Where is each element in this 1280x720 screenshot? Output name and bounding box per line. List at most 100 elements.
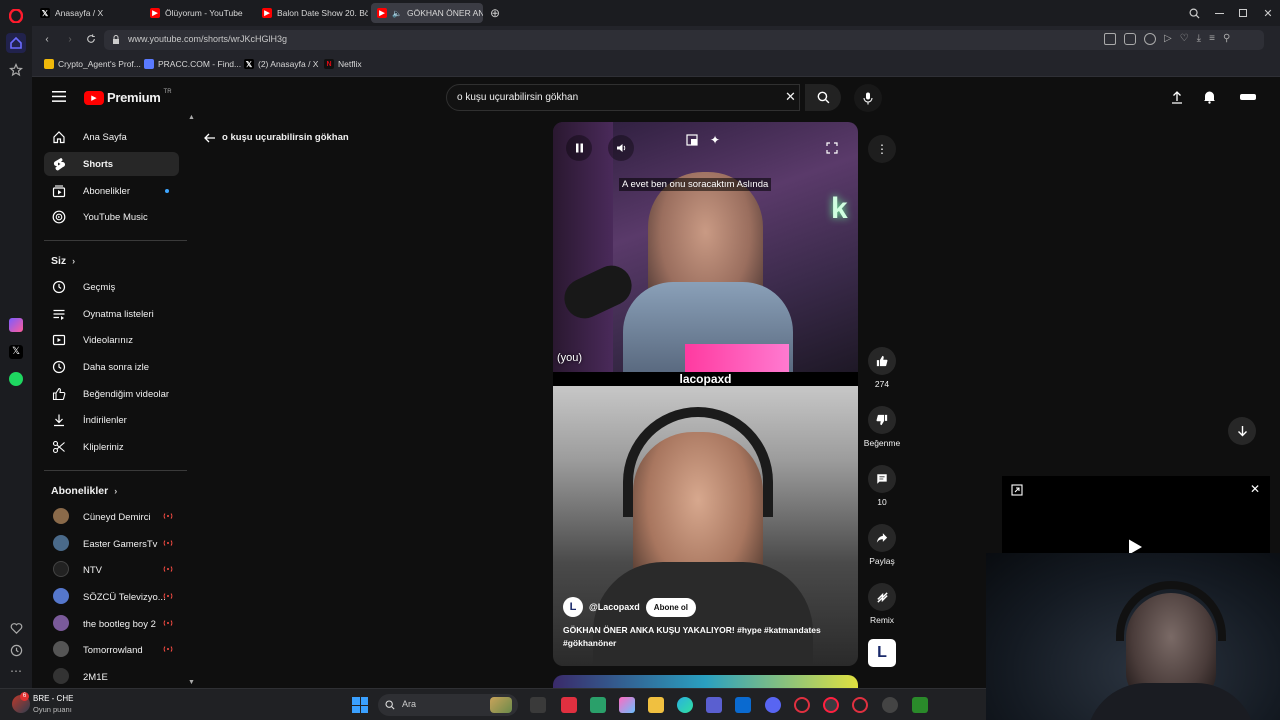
history-icon[interactable]: [6, 640, 26, 660]
more-options-icon[interactable]: ⋮: [868, 135, 896, 163]
bookmark-x[interactable]: 𝕏 (2) Anasayfa / X: [244, 59, 318, 69]
volume-button[interactable]: [608, 135, 634, 161]
scroll-up-icon[interactable]: ▲: [188, 114, 195, 121]
sidebar-section-you[interactable]: Siz ›: [51, 255, 75, 267]
app-icon-1[interactable]: [561, 697, 577, 713]
taskbar-search-input[interactable]: Ara: [378, 694, 518, 716]
bookmark-netflix[interactable]: N Netflix: [324, 59, 362, 69]
sidebar-item-shorts[interactable]: Shorts: [44, 152, 179, 176]
more-icon[interactable]: ⋯: [6, 661, 26, 681]
home-icon[interactable]: [6, 33, 26, 53]
app-icon-settings[interactable]: [882, 697, 898, 713]
heart-icon[interactable]: [6, 618, 26, 638]
discord-icon[interactable]: [765, 697, 781, 713]
url-field[interactable]: www.youtube.com/shorts/wrJKcHGlH3g ▷ ♡ ⤓…: [104, 30, 1264, 50]
app-icon-2[interactable]: [590, 697, 606, 713]
play-icon[interactable]: ▷: [1164, 33, 1172, 45]
tab-4-active[interactable]: ▶ 🔈 GÖKHAN ÖNER ANKA: [371, 3, 483, 23]
reload-icon[interactable]: [84, 32, 98, 46]
fullscreen-icon[interactable]: [826, 142, 838, 154]
sidebar-item-watch-later[interactable]: Daha sonra izle: [44, 355, 179, 379]
new-tab-icon[interactable]: ⊕: [487, 5, 503, 21]
copilot-icon[interactable]: [619, 697, 635, 713]
back-icon[interactable]: ‹: [40, 32, 54, 46]
short-video-player[interactable]: k A evet ben onu soracaktım Aslında (you…: [553, 122, 858, 666]
sidebar-item-clips[interactable]: Klipleriniz: [44, 435, 179, 459]
opera-icon[interactable]: [794, 697, 810, 713]
sidebar-item-your-videos[interactable]: Videolarınız: [44, 328, 179, 352]
subscription-item[interactable]: the bootleg boy 2: [44, 612, 179, 636]
upload-icon[interactable]: [1171, 91, 1183, 104]
teams-icon[interactable]: [706, 697, 722, 713]
bookmark-crypto[interactable]: Crypto_Agent's Prof...: [44, 59, 141, 69]
subscription-item[interactable]: Cüneyd Demirci: [44, 505, 179, 529]
clear-search-icon[interactable]: ✕: [785, 89, 796, 105]
aria-icon[interactable]: [6, 315, 26, 335]
shield-icon[interactable]: [1144, 33, 1156, 45]
expand-miniplayer-icon[interactable]: [1011, 484, 1023, 496]
sidebar-item-subscriptions[interactable]: Abonelikler: [44, 179, 179, 203]
star-icon[interactable]: [6, 60, 26, 80]
next-short-preview[interactable]: [553, 675, 858, 688]
menu-icon[interactable]: ≡: [1209, 33, 1215, 45]
file-explorer-icon[interactable]: [648, 697, 664, 713]
sidebar-item-downloads[interactable]: İndirilenler: [44, 408, 179, 432]
tab-3[interactable]: ▶ Balon Date Show 20. Bölü: [256, 3, 368, 23]
bookmark-pracc[interactable]: PRACC.COM - Find...: [144, 59, 241, 69]
sidebar-item-history[interactable]: Geçmiş: [44, 275, 179, 299]
close-miniplayer-icon[interactable]: ✕: [1250, 482, 1260, 496]
spotify-icon[interactable]: [6, 369, 26, 389]
sparkle-icon[interactable]: ✦: [710, 133, 720, 147]
opera-gx-icon[interactable]: [852, 697, 868, 713]
voice-search-button[interactable]: [854, 84, 882, 112]
opera-logo-icon[interactable]: [6, 6, 26, 26]
sidebar-section-subscriptions[interactable]: Abonelikler ›: [51, 485, 117, 497]
audio-channel-thumbnail[interactable]: L: [868, 639, 896, 667]
channel-avatar[interactable]: L: [563, 597, 583, 617]
comments-button[interactable]: 10: [862, 465, 902, 507]
account-avatar[interactable]: [1240, 94, 1256, 100]
next-short-button[interactable]: [1228, 417, 1256, 445]
pause-button[interactable]: [566, 135, 592, 161]
miniplayer-toggle-icon[interactable]: [686, 134, 698, 146]
remix-button[interactable]: Remix: [862, 583, 902, 625]
close-window-icon[interactable]: ✕: [1260, 5, 1276, 21]
subscription-item[interactable]: 2M1E: [44, 665, 179, 688]
profile-icon[interactable]: ⚲: [1223, 33, 1230, 45]
back-to-results[interactable]: o kuşu uçurabilirsin gökhan: [204, 132, 349, 143]
snapshot-icon[interactable]: [1124, 33, 1136, 45]
tab-1[interactable]: 𝕏 Anasayfa / X: [34, 3, 138, 23]
subscription-item[interactable]: Tomorrowland: [44, 638, 179, 662]
short-title[interactable]: GÖKHAN ÖNER ANKA KUŞU YAKALIYOR! #hype #…: [563, 624, 843, 650]
dislike-button[interactable]: Beğenme: [862, 406, 902, 448]
subscription-item[interactable]: NTV: [44, 558, 179, 582]
outlook-icon[interactable]: [735, 697, 751, 713]
subscription-item[interactable]: Easter GamersTv: [44, 532, 179, 556]
search-input[interactable]: o kuşu uçurabilirsin gökhan ✕: [446, 84, 800, 111]
youtube-logo[interactable]: ▶ Premium TR: [84, 89, 172, 105]
sidebar-item-home[interactable]: Ana Sayfa: [44, 125, 179, 149]
forward-icon[interactable]: ›: [63, 32, 77, 46]
subscribe-button[interactable]: Abone ol: [645, 597, 697, 617]
heart-icon[interactable]: ♡: [1180, 33, 1189, 45]
search-tabs-icon[interactable]: [1186, 5, 1202, 21]
restore-icon[interactable]: [1235, 5, 1251, 21]
subscription-item[interactable]: SÖZCÜ Televizyo...: [44, 585, 179, 609]
edit-icon[interactable]: [1104, 33, 1116, 45]
notifications-bell-icon[interactable]: [1203, 90, 1216, 104]
scroll-down-icon[interactable]: ▼: [188, 679, 195, 686]
tab-2[interactable]: ▶ Ölüyorum - YouTube: [144, 3, 252, 23]
search-button[interactable]: [805, 84, 841, 111]
hamburger-menu-icon[interactable]: [52, 91, 66, 102]
x-icon[interactable]: 𝕏: [6, 342, 26, 362]
sidebar-item-playlists[interactable]: Oynatma listeleri: [44, 302, 179, 326]
share-button[interactable]: Paylaş: [862, 524, 902, 566]
like-button[interactable]: 274: [862, 347, 902, 389]
opera-active-icon[interactable]: [823, 697, 839, 713]
edge-icon[interactable]: [677, 697, 693, 713]
app-icon-3[interactable]: [912, 697, 928, 713]
download-icon[interactable]: ⤓: [1197, 33, 1201, 45]
sidebar-item-music[interactable]: YouTube Music: [44, 205, 179, 229]
channel-handle[interactable]: @Lacopaxd: [589, 602, 640, 612]
sidebar-item-liked[interactable]: Beğendiğim videolar: [44, 382, 179, 406]
